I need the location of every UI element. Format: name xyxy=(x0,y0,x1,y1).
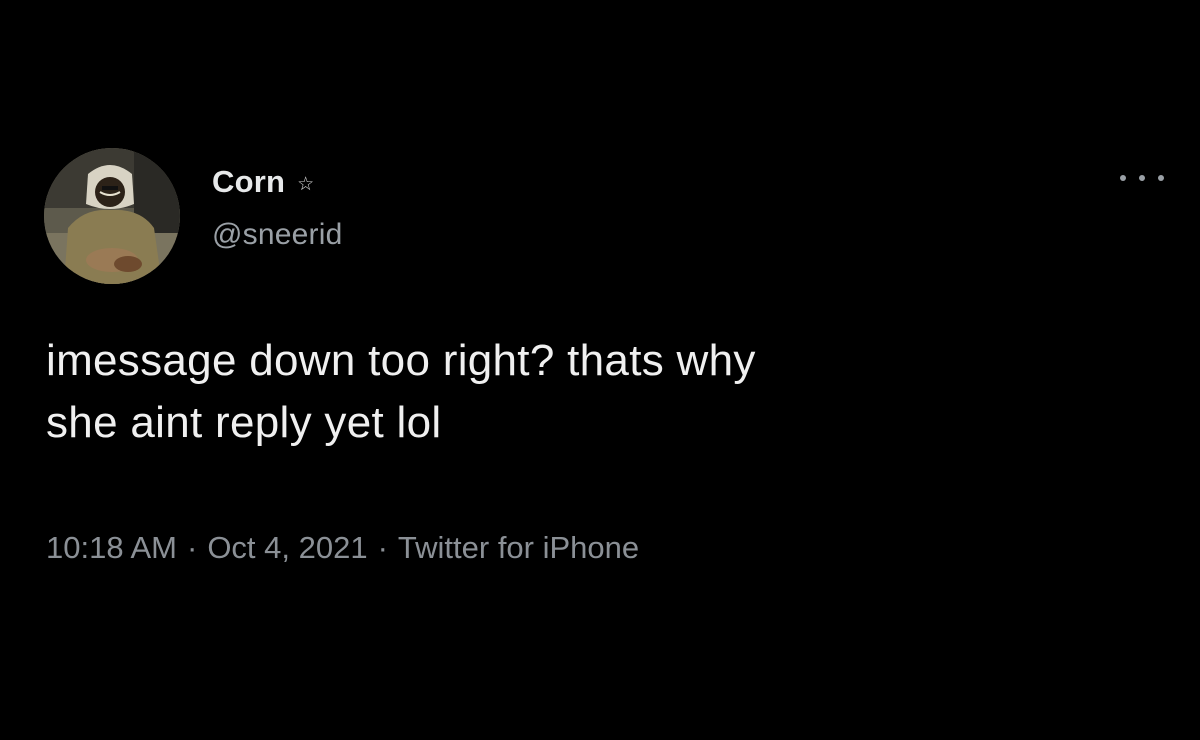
tweet-text: imessage down too right? thats why she a… xyxy=(46,330,1156,454)
more-dot xyxy=(1139,175,1145,181)
user-handle[interactable]: @sneerid xyxy=(212,218,342,252)
tweet-text-line: she aint reply yet lol xyxy=(46,398,442,447)
meta-separator: · xyxy=(377,530,388,565)
tweet-text-line: imessage down too right? thats why xyxy=(46,336,756,385)
tweet-meta: 10:18 AM · Oct 4, 2021 · Twitter for iPh… xyxy=(46,530,639,566)
tweet-card: Corn ☆ @sneerid imessage down too right?… xyxy=(0,0,1200,740)
tweet-source[interactable]: Twitter for iPhone xyxy=(398,530,639,566)
more-horizontal-icon[interactable] xyxy=(1120,166,1164,190)
avatar[interactable] xyxy=(44,148,180,284)
display-name[interactable]: Corn xyxy=(212,164,285,200)
more-dot xyxy=(1120,175,1126,181)
more-dot xyxy=(1158,175,1164,181)
avatar-image xyxy=(44,148,180,284)
author-row: Corn ☆ xyxy=(212,162,314,202)
tweet-date[interactable]: Oct 4, 2021 xyxy=(207,530,367,566)
tweet-time[interactable]: 10:18 AM xyxy=(46,530,177,566)
star-icon: ☆ xyxy=(297,173,315,195)
meta-separator: · xyxy=(186,530,198,565)
